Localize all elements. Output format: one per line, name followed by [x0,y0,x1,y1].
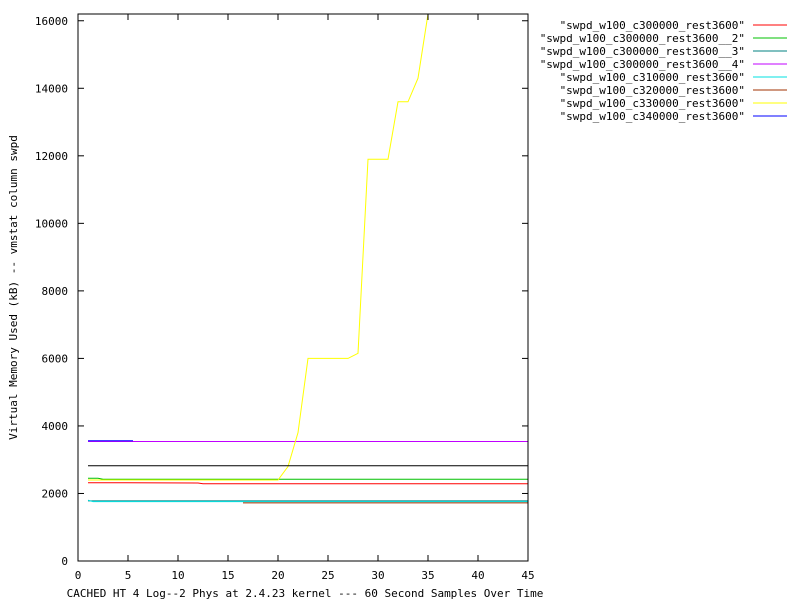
y-tick-label: 0 [61,555,68,568]
legend-entry-label: "swpd_w100_c310000_rest3600" [560,71,745,84]
legend-entry-label: "swpd_w100_c300000_rest3600__2" [540,32,745,45]
x-tick-label: 45 [521,569,534,582]
x-axis-label: CACHED HT 4 Log--2 Phys at 2.4.23 kernel… [67,587,544,600]
x-tick-label: 10 [171,569,184,582]
legend-entry-label: "swpd_w100_c320000_rest3600" [560,84,745,97]
x-tick-label: 25 [321,569,334,582]
x-tick-label: 5 [125,569,132,582]
x-tick-label: 15 [221,569,234,582]
y-tick-label: 8000 [42,285,69,298]
y-tick-label: 12000 [35,150,68,163]
legend-entry-label: "swpd_w100_c330000_rest3600" [560,97,745,110]
legend-entry-label: "swpd_w100_c300000_rest3600__4" [540,58,745,71]
series-line [88,13,528,481]
series-line [87,482,528,485]
chart: 0 5 10 15 20 25 30 35 40 45 0 2000 4000 6000 8000 10000… [7,13,787,600]
x-tick-label: 0 [75,569,82,582]
series-line [88,477,528,480]
y-tick-label: 16000 [35,15,68,28]
x-tick-label: 35 [421,569,434,582]
y-tick-label: 14000 [35,82,68,95]
x-tick-label: 20 [271,569,284,582]
x-tick-label: 40 [471,569,484,582]
axis-ticks: 0 5 10 15 20 25 30 35 40 45 0 2000 4000 6000 8000 10000… [35,14,535,582]
legend-entry-label: "swpd_w100_c300000_rest3600__3" [540,45,745,58]
y-tick-label: 4000 [42,420,69,433]
series-layer [87,13,528,504]
y-tick-label: 10000 [35,217,68,230]
x-tick-label: 30 [371,569,384,582]
y-tick-label: 2000 [42,487,69,500]
legend-entry-label: "swpd_w100_c340000_rest3600" [560,110,745,123]
legend-entry-label: "swpd_w100_c300000_rest3600" [560,19,745,32]
legend: "swpd_w100_c300000_rest3600""swpd_w100_c… [540,19,787,123]
y-axis-label: Virtual Memory Used (kB) -- vmstat colum… [7,135,20,440]
y-tick-label: 6000 [42,352,69,365]
